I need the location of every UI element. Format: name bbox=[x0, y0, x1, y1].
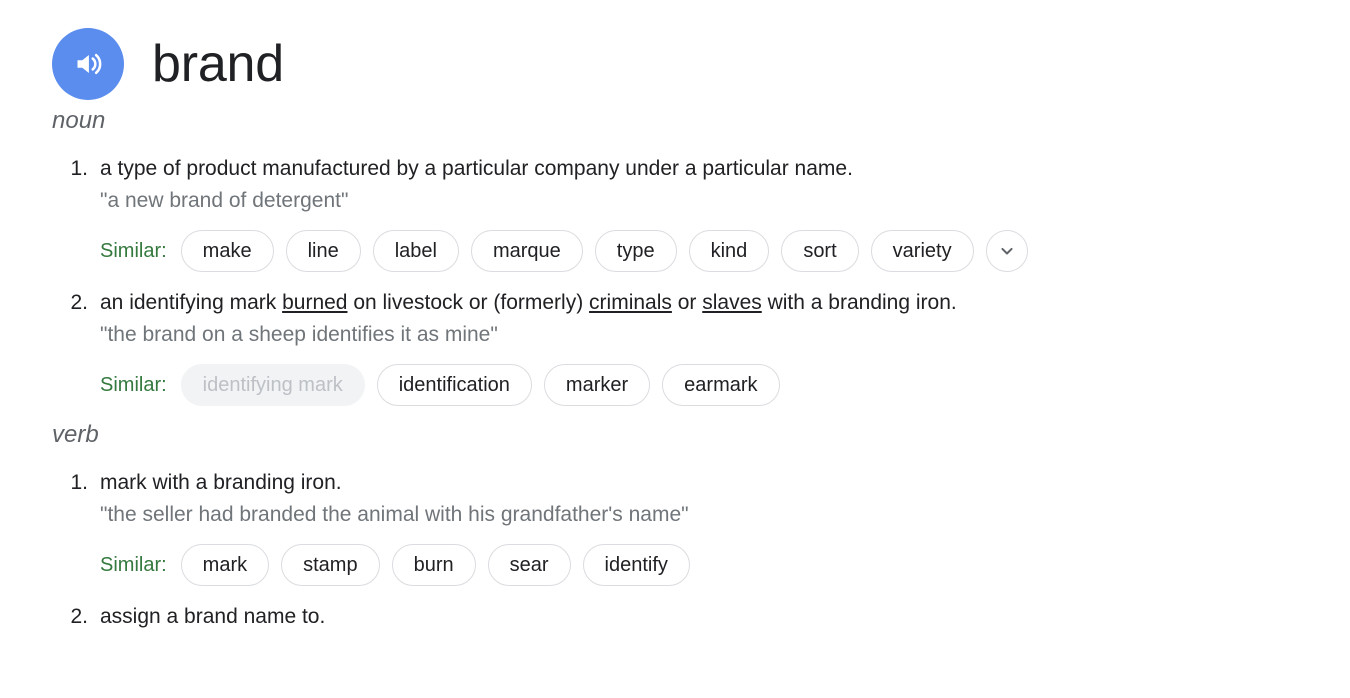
synonym-chip[interactable]: variety bbox=[870, 230, 974, 272]
sense-example: "the seller had branded the animal with … bbox=[100, 503, 689, 526]
similar-label: Similar: bbox=[100, 553, 167, 576]
synonym-chip[interactable]: marker bbox=[543, 364, 651, 406]
definition-text: a type of product manufactured by a part… bbox=[100, 157, 853, 180]
pronounce-audio-button[interactable] bbox=[52, 28, 124, 100]
sense-number: 2. bbox=[70, 291, 88, 314]
definition-text: mark with a branding iron. bbox=[100, 471, 342, 494]
sense-example: "the brand on a sheep identifies it as m… bbox=[100, 323, 498, 346]
sense-list: 1. a type of product manufactured by a pa… bbox=[0, 154, 1350, 406]
sense-number: 2. bbox=[70, 605, 88, 628]
definition-cross-reference-link[interactable]: burned bbox=[282, 291, 347, 314]
part-of-speech-label: noun bbox=[52, 107, 106, 134]
synonym-chip[interactable]: stamp bbox=[281, 544, 380, 586]
expand-synonyms-button[interactable] bbox=[985, 230, 1028, 272]
similar-synonyms-row: Similar: mark stamp burn sear identify bbox=[100, 544, 1350, 586]
similar-label: Similar: bbox=[100, 373, 167, 396]
similar-synonyms-row: Similar: make line label marque type kind sort v… bbox=[100, 230, 1350, 272]
definition-text: with a branding iron. bbox=[761, 291, 957, 314]
synonym-chip[interactable]: identification bbox=[376, 364, 532, 406]
page-title: brand bbox=[152, 35, 284, 93]
sense-item: 2. an identifying mark burned on livestoc… bbox=[52, 288, 1350, 406]
synonym-chip[interactable]: line bbox=[285, 230, 361, 272]
sense-example: "a new brand of detergent" bbox=[100, 189, 349, 212]
synonym-chip[interactable]: identify bbox=[582, 544, 690, 586]
sense-item: 1. a type of product manufactured by a pa… bbox=[52, 154, 1350, 272]
sense-item: 2. assign a brand name to. bbox=[52, 602, 1350, 632]
synonym-chip[interactable]: make bbox=[180, 230, 274, 272]
definition-cross-reference-link[interactable]: slaves bbox=[702, 291, 762, 314]
part-of-speech-label: verb bbox=[52, 421, 99, 448]
chevron-down-icon bbox=[997, 241, 1017, 261]
speaker-volume-icon bbox=[70, 46, 106, 82]
definition-text: on livestock or (formerly) bbox=[347, 291, 590, 314]
synonym-chip[interactable]: earmark bbox=[662, 364, 780, 406]
synonym-chip[interactable]: burn bbox=[391, 544, 476, 586]
sense-number: 1. bbox=[70, 471, 88, 494]
sense-definition: mark with a branding iron. bbox=[100, 468, 1350, 498]
sense-list: 1. mark with a branding iron. "the seller … bbox=[0, 468, 1350, 632]
definition-text: assign a brand name to. bbox=[100, 605, 326, 628]
synonym-chip[interactable]: kind bbox=[688, 230, 770, 272]
synonym-chip[interactable]: mark bbox=[180, 544, 270, 586]
dictionary-panel: brand noun 1. a type of product manufactur… bbox=[0, 0, 1350, 698]
synonym-chip[interactable]: label bbox=[372, 230, 459, 272]
similar-synonyms-row: Similar: identifying mark identification ma… bbox=[100, 364, 1350, 406]
sense-definition: assign a brand name to. bbox=[100, 602, 1350, 632]
synonym-chip[interactable]: marque bbox=[470, 230, 583, 272]
synonym-chip: identifying mark bbox=[180, 364, 365, 406]
sense-number: 1. bbox=[70, 157, 88, 180]
synonym-chip[interactable]: type bbox=[594, 230, 677, 272]
sense-item: 1. mark with a branding iron. "the seller … bbox=[52, 468, 1350, 586]
definition-text: or bbox=[671, 291, 703, 314]
sense-definition: a type of product manufactured by a part… bbox=[100, 154, 1350, 184]
synonym-chip[interactable]: sear bbox=[487, 544, 571, 586]
sense-definition: an identifying mark burned on livestock … bbox=[100, 288, 1350, 318]
definition-cross-reference-link[interactable]: criminals bbox=[589, 291, 672, 314]
similar-label: Similar: bbox=[100, 239, 167, 262]
headword-row: brand bbox=[0, 0, 1350, 100]
entries-container: noun 1. a type of product manufactured by … bbox=[0, 106, 1350, 632]
synonym-chip[interactable]: sort bbox=[781, 230, 859, 272]
definition-text: an identifying mark bbox=[100, 291, 283, 314]
